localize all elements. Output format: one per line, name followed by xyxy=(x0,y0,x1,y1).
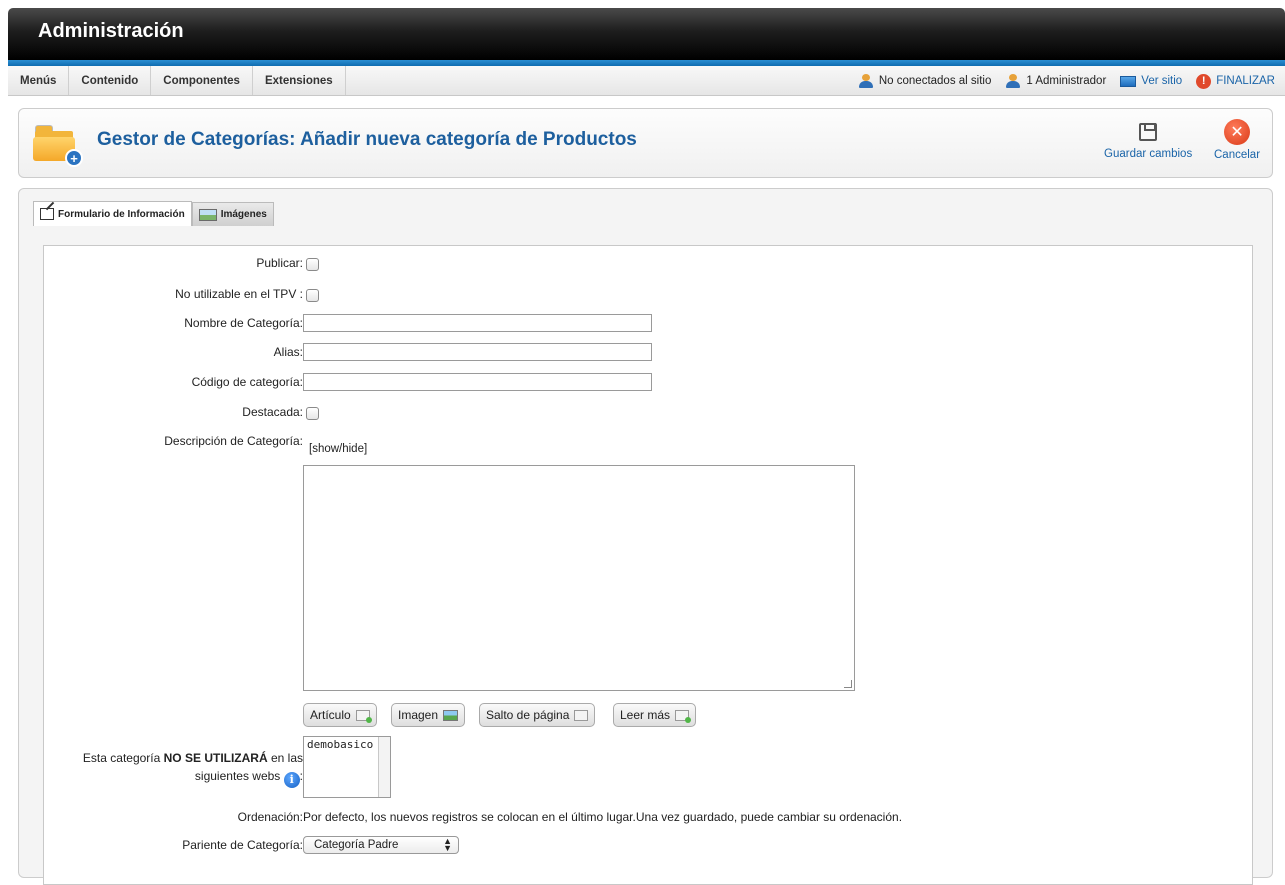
code-label: Código de categoría: xyxy=(191,375,303,389)
save-button[interactable]: Guardar cambios xyxy=(1104,119,1192,160)
tab-bar: Formulario de Información Imágenes xyxy=(33,201,274,226)
admin-header: Administración xyxy=(8,8,1285,60)
excluded-webs-label: Esta categoría NO SE UTILIZARÁ en las si… xyxy=(83,749,303,788)
monitor-icon xyxy=(1120,75,1137,87)
toolbar: + Gestor de Categorías: Añadir nueva cat… xyxy=(18,108,1273,178)
parent-category-select[interactable]: Categoría Padre ▲ ▼ xyxy=(303,836,459,854)
excluded-webs-listbox[interactable]: demobasico xyxy=(303,736,391,798)
folder-add-icon: + xyxy=(33,123,83,167)
read-more-button[interactable]: Leer más xyxy=(613,703,697,727)
article-button[interactable]: Artículo xyxy=(303,703,377,727)
ordering-text: Por defecto, los nuevos registros se col… xyxy=(303,810,903,824)
status-not-connected-text: No conectados al sitio xyxy=(878,75,992,87)
image-button[interactable]: Imagen xyxy=(391,703,466,727)
image-button-label: Imagen xyxy=(398,708,439,722)
tab-images-label: Imágenes xyxy=(220,209,267,220)
page-break-icon xyxy=(574,709,589,721)
cancel-button-label: Cancelar xyxy=(1214,149,1261,161)
parent-label: Pariente de Categoría: xyxy=(182,838,303,852)
logout-link[interactable]: ! FINALIZAR xyxy=(1196,73,1275,89)
category-name-input[interactable] xyxy=(303,314,652,332)
edit-icon xyxy=(40,208,54,220)
image-icon xyxy=(198,208,217,221)
menu-item-extensions[interactable]: Extensiones xyxy=(253,66,346,95)
read-more-icon xyxy=(675,709,692,723)
webs-label-line2: siguientes webs xyxy=(194,769,281,783)
page-break-button[interactable]: Salto de página xyxy=(479,703,596,727)
description-label: Descripción de Categoría: xyxy=(164,434,303,448)
read-more-button-label: Leer más xyxy=(620,708,671,722)
menu-item-menus[interactable]: Menús xyxy=(8,66,70,95)
status-area: No conectados al sitio 1 Administrador V… xyxy=(858,66,1275,96)
status-not-connected: No conectados al sitio xyxy=(858,74,992,88)
page-title: Gestor de Categorías: Añadir nueva categ… xyxy=(97,129,637,150)
cancel-button[interactable]: ✕ Cancelar xyxy=(1214,119,1260,161)
alias-label: Alias: xyxy=(273,345,303,359)
page-break-button-label: Salto de página xyxy=(486,708,570,722)
tab-images[interactable]: Imágenes xyxy=(191,202,274,226)
article-button-label: Artículo xyxy=(310,708,351,722)
status-admins-text: 1 Administrador xyxy=(1026,75,1107,87)
featured-checkbox[interactable] xyxy=(306,407,319,420)
save-icon xyxy=(1139,123,1158,141)
listbox-scrollbar[interactable] xyxy=(378,737,390,797)
publish-checkbox[interactable] xyxy=(306,258,319,271)
menubar: Menús Contenido Componentes Extensiones … xyxy=(8,66,1285,96)
power-icon: ! xyxy=(1196,73,1212,89)
name-label: Nombre de Categoría: xyxy=(184,316,303,330)
featured-label: Destacada: xyxy=(242,405,303,419)
view-site-link[interactable]: Ver sitio xyxy=(1120,75,1182,87)
tab-information[interactable]: Formulario de Información xyxy=(33,201,192,226)
logout-text: FINALIZAR xyxy=(1216,75,1275,87)
users-icon xyxy=(858,74,874,88)
menu-item-content[interactable]: Contenido xyxy=(69,66,152,95)
tpv-checkbox[interactable] xyxy=(306,289,319,302)
category-form: Publicar: No utilizable en el TPV : Nomb… xyxy=(43,245,1253,885)
article-icon xyxy=(355,709,372,723)
webs-label-bold: NO SE UTILIZARÁ xyxy=(163,751,268,765)
picture-icon xyxy=(443,709,459,721)
alias-input[interactable] xyxy=(303,343,652,361)
content-panel: Formulario de Información Imágenes Publi… xyxy=(18,188,1273,885)
header-title: Administración xyxy=(38,20,184,42)
ordering-label: Ordenación: xyxy=(237,810,303,824)
webs-label-pre: Esta categoría xyxy=(82,751,164,765)
publish-label: Publicar: xyxy=(256,256,303,270)
info-icon[interactable]: i xyxy=(283,772,300,788)
tab-information-label: Formulario de Información xyxy=(58,208,185,220)
status-admins: 1 Administrador xyxy=(1005,74,1106,88)
view-site-text: Ver sitio xyxy=(1141,75,1183,87)
category-code-input[interactable] xyxy=(303,373,652,391)
description-editor[interactable] xyxy=(303,465,855,691)
save-button-label: Guardar cambios xyxy=(1104,148,1193,160)
cancel-icon: ✕ xyxy=(1224,119,1251,145)
webs-label-post: en las xyxy=(267,751,303,765)
tpv-label: No utilizable en el TPV : xyxy=(175,287,303,301)
admin-users-icon xyxy=(1005,74,1021,88)
select-arrows-icon: ▲ ▼ xyxy=(443,836,452,853)
menu-item-components[interactable]: Componentes xyxy=(151,66,253,95)
show-hide-toggle[interactable]: [show/hide] xyxy=(309,443,367,455)
parent-category-value: Categoría Padre xyxy=(314,839,399,851)
